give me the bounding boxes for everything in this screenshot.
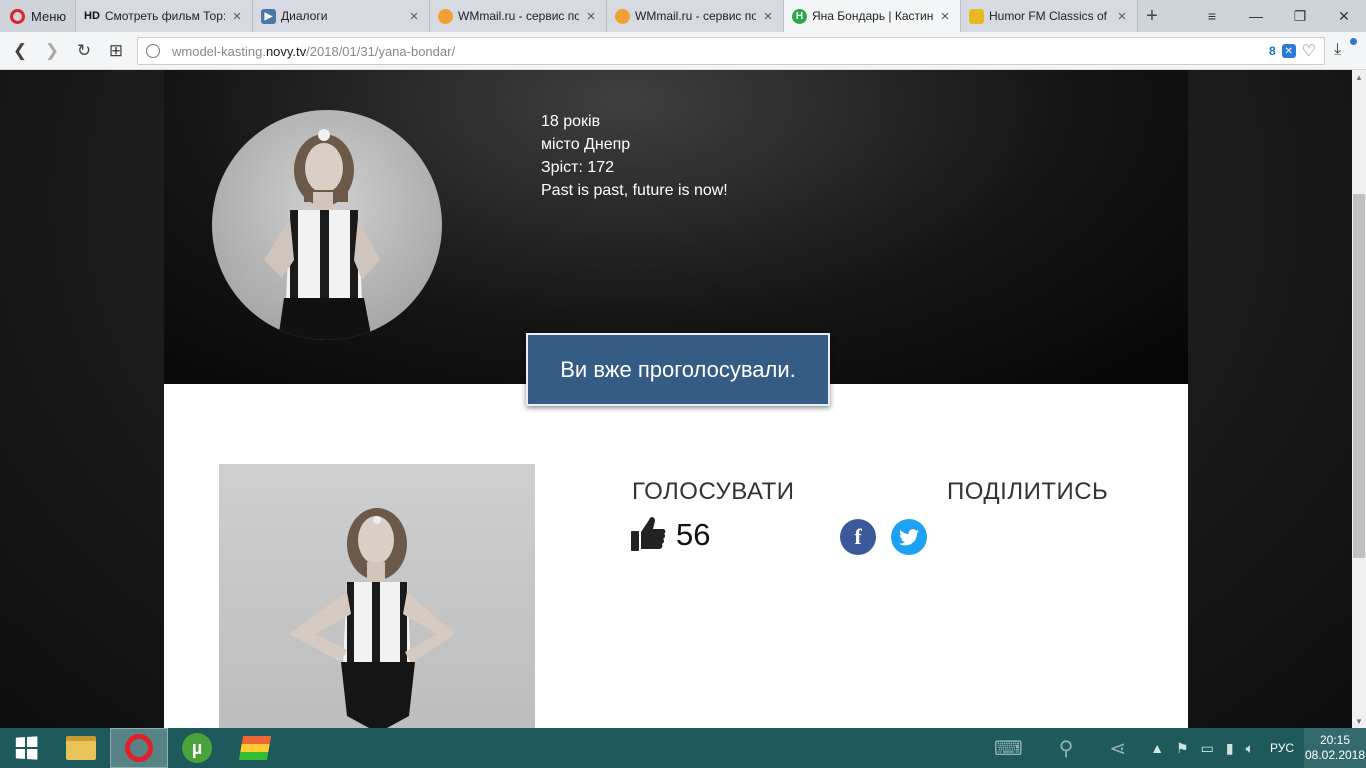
reload-button[interactable]: ↻ bbox=[68, 41, 100, 61]
browser-tabstrip: Меню HD Смотреть фильм Тор: Р × ▶ Диалог… bbox=[0, 0, 1366, 32]
close-icon[interactable]: × bbox=[1115, 8, 1129, 25]
taskbar-clock[interactable]: 20:15 08.02.2018 bbox=[1304, 728, 1366, 768]
profile-city: місто Днепр bbox=[541, 136, 631, 153]
facebook-share-button[interactable]: f bbox=[840, 519, 876, 555]
hd-icon: HD bbox=[84, 10, 100, 22]
close-icon[interactable]: × bbox=[761, 8, 775, 25]
tab-title: WMmail.ru - сервис по bbox=[635, 9, 756, 23]
facebook-icon: f bbox=[854, 524, 862, 549]
keyboard-icon[interactable]: ⌨ bbox=[976, 736, 1041, 761]
url-field[interactable]: wmodel-kasting. novy.tv/2018/01/31/yana-b… bbox=[137, 37, 1325, 65]
url-domain: novy.tv bbox=[265, 43, 307, 59]
tab-humorfm[interactable]: Humor FM Classics of th × bbox=[961, 0, 1138, 32]
windows-logo-icon bbox=[15, 736, 38, 760]
signal-icon[interactable]: ▮ bbox=[1220, 740, 1240, 757]
model-photo[interactable] bbox=[219, 464, 535, 728]
tab-title: Диалоги bbox=[281, 9, 328, 23]
forward-button[interactable]: ❯ bbox=[36, 41, 68, 61]
twitter-bird-icon bbox=[899, 528, 919, 545]
tab-wmmail-2[interactable]: WMmail.ru - сервис по × bbox=[607, 0, 784, 32]
clock-date: 08.02.2018 bbox=[1304, 748, 1366, 762]
opera-logo-icon bbox=[10, 8, 25, 24]
already-voted-button[interactable]: Ви вже проголосували. bbox=[526, 333, 830, 406]
start-button[interactable] bbox=[0, 728, 52, 768]
tab-kasting[interactable]: Н Яна Бондарь | Кастинг × bbox=[784, 0, 961, 32]
minimize-icon[interactable]: — bbox=[1234, 0, 1278, 32]
taskbar-explorer[interactable] bbox=[52, 728, 110, 768]
page-scrollbar[interactable]: ▲ ▼ bbox=[1352, 70, 1366, 728]
close-icon[interactable]: × bbox=[407, 8, 421, 25]
tab-title: Humor FM Classics of th bbox=[989, 9, 1110, 23]
tab-movie[interactable]: HD Смотреть фильм Тор: Р × bbox=[76, 0, 253, 32]
windows-taskbar: µ ⌨ ⚲ ⋖ ▲ ⚑ ▭ ▮ 🔈︎ РУС 20:15 08.02.2018 bbox=[0, 728, 1366, 768]
profile-age: 18 років bbox=[541, 113, 601, 130]
wmmail-icon bbox=[615, 8, 630, 24]
novy-icon: Н bbox=[792, 8, 807, 24]
ad-block-icon[interactable]: ✕ bbox=[1281, 44, 1296, 58]
network-warning-icon[interactable]: ⚑ bbox=[1170, 740, 1195, 757]
taskbar-utorrent[interactable]: µ bbox=[168, 728, 226, 768]
tab-title: WMmail.ru - сервис по bbox=[458, 9, 579, 23]
restore-icon[interactable]: ❐ bbox=[1278, 0, 1322, 32]
tab-wmmail-1[interactable]: WMmail.ru - сервис по × bbox=[430, 0, 607, 32]
menu-label: Меню bbox=[31, 8, 67, 24]
share-heading: ПОДІЛИТИСЬ bbox=[947, 478, 1109, 505]
folder-icon bbox=[66, 736, 96, 760]
vote-count: 56 bbox=[676, 517, 711, 552]
profile-content: ГОЛОСУВАТИ ПОДІЛИТИСЬ 56 f bbox=[164, 384, 1188, 728]
tab-title: Смотреть фильм Тор: Р bbox=[104, 9, 225, 23]
taskbar-bluestacks[interactable] bbox=[226, 728, 284, 768]
download-notification-dot bbox=[1350, 38, 1357, 45]
address-bar-row: ❮ ❯ ↻ ⊞ wmodel-kasting. novy.tv/2018/01/3… bbox=[0, 32, 1366, 70]
tray-expand-icon[interactable]: ▲ bbox=[1144, 740, 1170, 756]
bluestacks-icon bbox=[238, 736, 272, 760]
tablet-icon[interactable]: ▭ bbox=[1195, 740, 1220, 757]
humorfm-icon bbox=[969, 8, 984, 24]
back-button[interactable]: ❮ bbox=[4, 41, 36, 61]
download-icon[interactable]: ⤓ bbox=[1334, 41, 1341, 59]
opera-icon bbox=[125, 734, 153, 762]
volume-icon[interactable]: 🔈︎ bbox=[1240, 740, 1260, 757]
language-indicator[interactable]: РУС bbox=[1260, 741, 1304, 755]
window-controls: ≡ — ❐ ✕ bbox=[1190, 0, 1366, 32]
profile-motto: Past is past, future is now! bbox=[541, 182, 728, 199]
scroll-down-icon[interactable]: ▼ bbox=[1352, 714, 1366, 728]
twitter-share-button[interactable] bbox=[891, 519, 927, 555]
thumbs-up-icon[interactable] bbox=[630, 514, 666, 552]
location-icon[interactable]: ⚲ bbox=[1041, 736, 1092, 761]
tab-title: Яна Бондарь | Кастинг bbox=[812, 9, 933, 23]
profile-info: 18 років місто Днепр Зріст: 172 Past is … bbox=[541, 110, 728, 202]
url-subdomain: wmodel-kasting. bbox=[172, 43, 266, 59]
system-tray: ⌨ ⚲ ⋖ ▲ ⚑ ▭ ▮ 🔈︎ РУС 20:15 08.02.2018 bbox=[976, 728, 1366, 768]
close-icon[interactable]: × bbox=[938, 8, 952, 25]
close-icon[interactable]: × bbox=[584, 8, 598, 25]
scroll-up-icon[interactable]: ▲ bbox=[1352, 70, 1366, 84]
vk-icon: ▶ bbox=[261, 8, 276, 24]
profile-height: Зріст: 172 bbox=[541, 159, 615, 176]
new-tab-button[interactable]: + bbox=[1138, 0, 1166, 32]
globe-icon bbox=[146, 44, 160, 58]
tab-list-icon[interactable]: ≡ bbox=[1190, 0, 1234, 32]
browser-menu-button[interactable]: Меню bbox=[0, 0, 76, 32]
speed-dial-button[interactable]: ⊞ bbox=[100, 41, 132, 61]
clock-time: 20:15 bbox=[1319, 733, 1351, 747]
vote-heading: ГОЛОСУВАТИ bbox=[632, 478, 795, 505]
page-viewport: 18 років місто Днепр Зріст: 172 Past is … bbox=[0, 70, 1352, 728]
close-window-icon[interactable]: ✕ bbox=[1322, 0, 1366, 32]
model-fullbody-image bbox=[289, 508, 455, 728]
profile-avatar bbox=[212, 110, 442, 340]
scroll-thumb[interactable] bbox=[1353, 194, 1365, 558]
bookmark-heart-icon[interactable]: ♡ bbox=[1302, 41, 1316, 61]
wmmail-icon bbox=[438, 8, 453, 24]
profile-page: 18 років місто Днепр Зріст: 172 Past is … bbox=[164, 70, 1188, 728]
blocked-count: 8 bbox=[1268, 44, 1276, 58]
model-portrait-image bbox=[264, 129, 380, 340]
tab-dialogs[interactable]: ▶ Диалоги × bbox=[253, 0, 430, 32]
url-path: /2018/01/31/yana-bondar/ bbox=[306, 43, 456, 59]
share-icon[interactable]: ⋖ bbox=[1091, 736, 1144, 761]
close-icon[interactable]: × bbox=[230, 8, 244, 25]
utorrent-icon: µ bbox=[182, 733, 212, 763]
taskbar-opera[interactable] bbox=[110, 728, 168, 768]
